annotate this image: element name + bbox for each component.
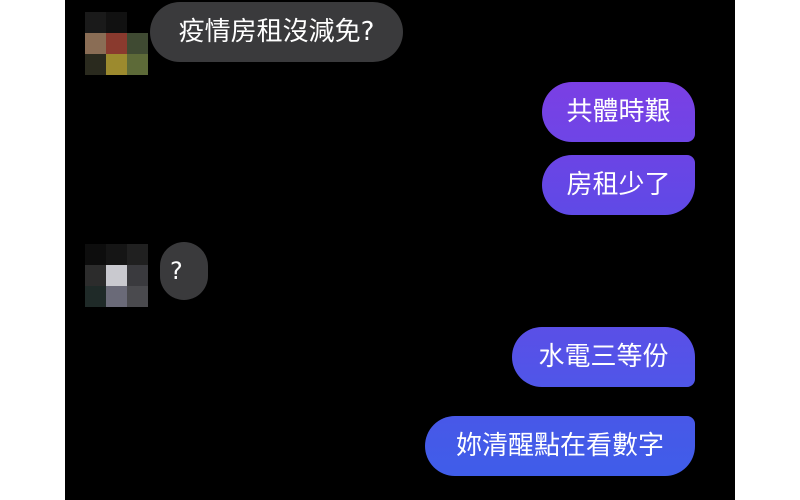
incoming-message[interactable]: ?: [160, 242, 208, 300]
outgoing-message[interactable]: 房租少了: [542, 155, 695, 215]
outgoing-message[interactable]: 共體時艱: [542, 82, 695, 142]
contact-avatar-pixelated[interactable]: [85, 12, 149, 76]
outgoing-message[interactable]: 水電三等份: [512, 327, 695, 387]
incoming-message[interactable]: 疫情房租沒減免?: [150, 2, 403, 62]
contact-avatar-pixelated[interactable]: [85, 244, 149, 308]
chat-screen: 疫情房租沒減免? 共體時艱 房租少了 ? 水電三等份 妳清醒點在看數字: [65, 0, 735, 500]
outgoing-message[interactable]: 妳清醒點在看數字: [425, 416, 695, 476]
